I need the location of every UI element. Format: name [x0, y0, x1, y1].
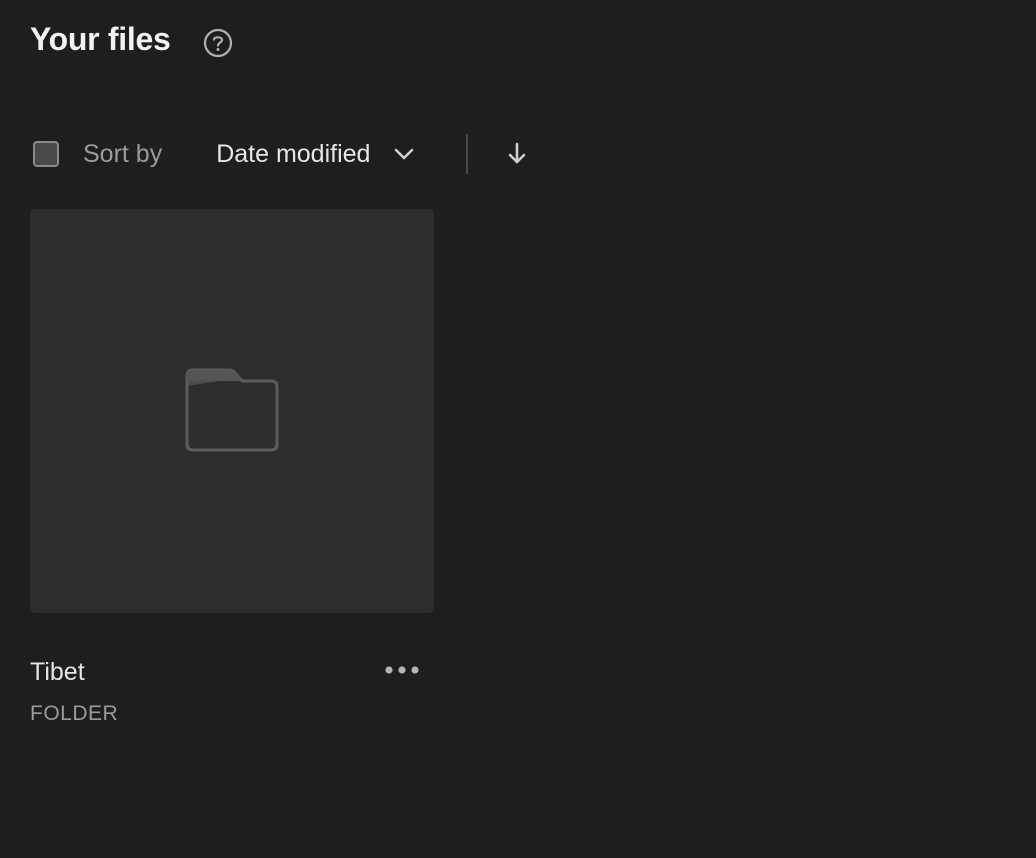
chevron-down-icon [392, 142, 416, 166]
file-type: FOLDER [30, 702, 119, 725]
page-header: Your files [30, 20, 233, 58]
arrow-down-icon [509, 142, 526, 164]
files-page: Your files Sort by Date modified Tibet F… [0, 0, 1036, 858]
toolbar-divider [466, 134, 469, 174]
sort-dropdown-value: Date modified [216, 139, 371, 168]
more-actions-icon[interactable] [380, 655, 424, 685]
sort-direction-button[interactable] [505, 140, 529, 168]
file-card-thumbnail[interactable] [30, 209, 434, 613]
sort-by-label: Sort by [83, 139, 163, 168]
folder-icon [183, 366, 281, 457]
sort-toolbar: Sort by Date modified [33, 132, 529, 176]
sort-dropdown[interactable]: Date modified [216, 140, 416, 169]
file-name[interactable]: Tibet [30, 658, 85, 687]
select-all-checkbox[interactable] [33, 141, 59, 167]
help-icon[interactable] [203, 28, 233, 58]
page-title: Your files [30, 20, 171, 57]
